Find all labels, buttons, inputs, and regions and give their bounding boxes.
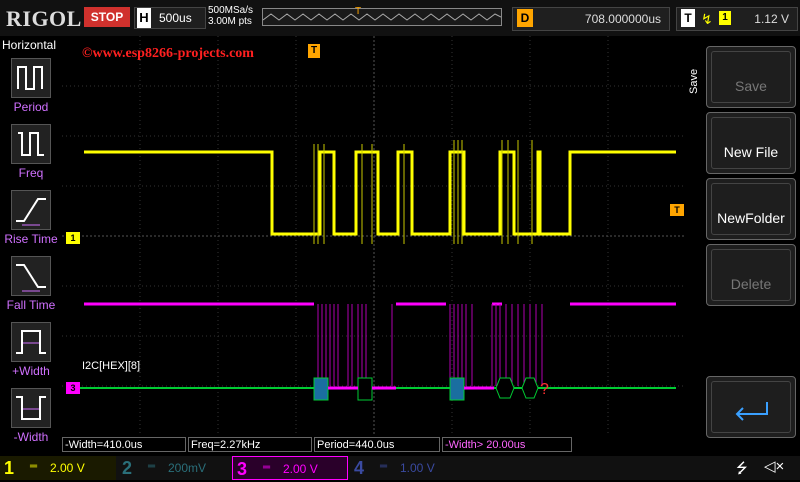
measure-fall-time-label: Fall Time [6, 298, 56, 312]
delete-button-label: Delete [711, 249, 791, 301]
run-stop-status[interactable]: STOP [84, 7, 130, 27]
acquisition-info: 500MSa/s 3.00M pts [208, 5, 253, 27]
timebase-value: 500us [159, 11, 192, 25]
usb-icon: ⭍ [736, 460, 748, 476]
menu-title: Horizontal [2, 38, 57, 52]
measure-rise-time-button[interactable]: Rise Time [0, 190, 62, 254]
new-folder-button[interactable]: NewFolder [706, 178, 796, 240]
new-file-button-label: New File [711, 117, 791, 169]
period-icon [11, 58, 51, 98]
measure-pos-width-label: +Width [12, 364, 50, 378]
overview-trigger-icon: T [355, 6, 362, 17]
trigger-level-marker[interactable]: T [670, 204, 684, 216]
overview-waveform [262, 13, 502, 21]
channel-2-number: 2 [122, 458, 133, 478]
measurement-period[interactable]: Period=440.0us [314, 437, 440, 452]
new-file-button[interactable]: New File [706, 112, 796, 174]
sample-rate: 500MSa/s [208, 5, 254, 16]
speaker-muted-icon[interactable]: ◁× [764, 457, 784, 475]
return-button[interactable] [706, 376, 796, 438]
channel-1-number: 1 [4, 458, 15, 478]
rigol-logo: RIGOL [6, 6, 82, 31]
measurement-bar: -Width=410.0us Freq=2.27kHz Period=440.0… [62, 437, 686, 454]
timebase-box[interactable]: H 500us [134, 7, 206, 29]
freq-icon [11, 124, 51, 164]
ch3-marker[interactable]: 3 [66, 382, 80, 394]
new-folder-button-label: NewFolder [711, 183, 791, 235]
channel-3-scale: 2.00 V [283, 462, 318, 476]
waveform-display[interactable]: ? ©www.esp8266-projects.com I2C[HEX][8] … [62, 36, 686, 436]
channel-3-number: 3 [237, 459, 248, 479]
measure-rise-time-label: Rise Time [4, 232, 58, 246]
waveform-canvas: ? [62, 36, 686, 436]
save-menu-title: Save [688, 68, 700, 94]
decode-label: I2C[HEX][8] [82, 360, 141, 372]
timebase-letter: H [137, 8, 151, 28]
trigger-channel: 1 [719, 11, 731, 25]
measure-freq-label: Freq [18, 166, 44, 180]
channel-4-button[interactable]: 4 ═ 1.00 V [350, 456, 462, 480]
trigger-box[interactable]: T ↯ 1 1.12 V [676, 7, 798, 31]
dc-coupling-icon: ═ [148, 461, 156, 472]
save-menu: Save Save New File NewFolder Delete [686, 36, 800, 456]
return-icon [735, 402, 768, 421]
svg-text:?: ? [540, 381, 549, 398]
channel-1-button[interactable]: 1 ═ 2.00 V [0, 456, 116, 480]
horizontal-measure-menu: Horizontal Period Freq Rise Time Fall Ti… [0, 36, 62, 456]
delay-value: 708.000000us [584, 12, 661, 26]
ch1-trace [84, 150, 676, 236]
pos-width-icon [11, 322, 51, 362]
save-button[interactable]: Save [706, 46, 796, 108]
channel-4-scale: 1.00 V [400, 461, 435, 475]
measure-period-label: Period [13, 100, 49, 114]
neg-width-icon [11, 388, 51, 428]
measure-freq-button[interactable]: Freq [0, 124, 62, 188]
measure-fall-time-button[interactable]: Fall Time [0, 256, 62, 320]
fall-time-icon [11, 256, 51, 296]
trigger-condition[interactable]: -Width> 20.00us [442, 437, 572, 452]
rise-time-icon [11, 190, 51, 230]
channel-2-scale: 200mV [168, 461, 207, 475]
dc-coupling-icon: ═ [263, 462, 271, 473]
channel-bar: 1 ═ 2.00 V 2 ═ 200mV 3 ═ 2.00 V 4 ═ 1.00… [0, 456, 800, 480]
top-status-bar: RIGOL STOP H 500us 500MSa/s 3.00M pts T … [0, 0, 800, 36]
trigger-letter: T [681, 9, 695, 27]
delay-letter: D [517, 9, 533, 27]
save-button-label: Save [711, 51, 791, 103]
watermark-text: ©www.esp8266-projects.com [82, 46, 254, 61]
channel-2-button[interactable]: 2 ═ 200mV [118, 456, 230, 480]
measurement-freq[interactable]: Freq=2.27kHz [188, 437, 312, 452]
delete-button[interactable]: Delete [706, 244, 796, 306]
trigger-position-marker[interactable]: T [308, 44, 320, 58]
falling-edge-icon: ↯ [701, 11, 713, 27]
measure-neg-width-label: -Width [13, 430, 49, 444]
channel-3-button[interactable]: 3 ═ 2.00 V [232, 456, 348, 480]
measure-pos-width-button[interactable]: +Width [0, 322, 62, 386]
channel-1-scale: 2.00 V [50, 461, 85, 475]
memory-depth: 3.00M pts [208, 16, 252, 27]
delay-box[interactable]: D 708.000000us [512, 7, 670, 31]
dc-coupling-icon: ═ [30, 461, 38, 472]
dc-coupling-icon: ═ [380, 461, 388, 472]
ch3-burst [317, 304, 543, 386]
channel-4-number: 4 [354, 458, 365, 478]
ch1-marker[interactable]: 1 [66, 232, 80, 244]
trigger-level: 1.12 V [754, 12, 789, 26]
measure-period-button[interactable]: Period [0, 58, 62, 122]
waveform-overview[interactable]: T [262, 6, 502, 26]
measurement-neg-width[interactable]: -Width=410.0us [62, 437, 186, 452]
measure-neg-width-button[interactable]: -Width [0, 388, 62, 452]
